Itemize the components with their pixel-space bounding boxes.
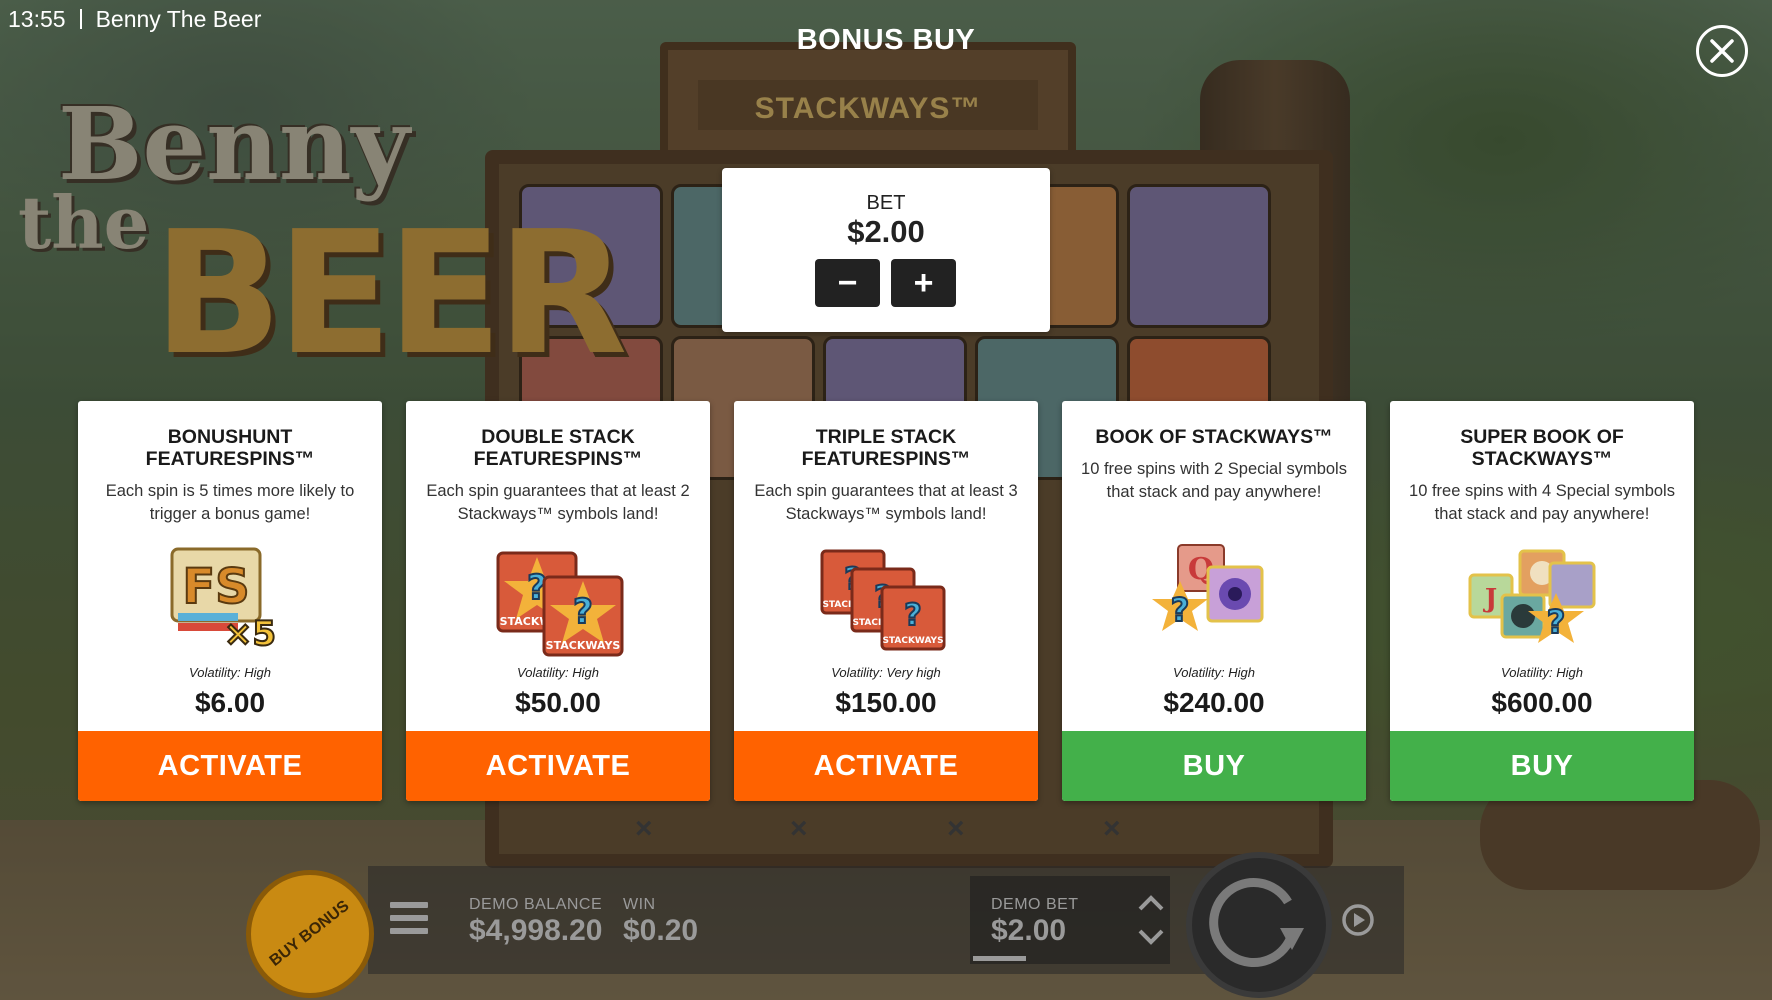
- demo-balance-label: DEMO BALANCE: [469, 896, 603, 913]
- card-description: 10 free spins with 4 Special symbols tha…: [1409, 482, 1675, 523]
- bonus-card-super-book-of-stackways: SUPER BOOK OF STACKWAYS™ 10 free spins w…: [1390, 401, 1694, 801]
- card-description: Each spin is 5 times more likely to trig…: [105, 482, 355, 523]
- x-mark: ×: [947, 812, 965, 845]
- card-description: Each spin guarantees that at least 3 Sta…: [754, 482, 1018, 523]
- demo-bet-value: $2.00: [991, 914, 1067, 947]
- card-volatility: Volatility: High: [517, 665, 599, 680]
- minus-icon: −: [837, 264, 858, 302]
- stackways-symbols-icon: ? STACKWAYS ? STACKWAYS: [406, 541, 710, 661]
- chevron-up-icon[interactable]: [1136, 892, 1166, 914]
- art-label: STACKWAYS: [882, 636, 943, 646]
- card-volatility: Volatility: High: [189, 665, 271, 680]
- demo-bet-label: DEMO BET: [991, 896, 1079, 913]
- svg-text:J: J: [1483, 584, 1497, 614]
- bet-level-indicator: [973, 956, 1026, 961]
- card-price: $6.00: [194, 687, 266, 718]
- win-value: $0.20: [623, 914, 699, 947]
- spin-button[interactable]: [1186, 852, 1332, 998]
- card-volatility: Volatility: High: [1173, 665, 1255, 680]
- bonus-card-double-stack: DOUBLE STACK FEATURESPINS™ Each spin gua…: [406, 401, 710, 801]
- bonus-card-triple-stack: TRIPLE STACK FEATURESPINS™ Each spin gua…: [734, 401, 1038, 801]
- win-label: WIN: [623, 896, 656, 913]
- card-price: $240.00: [1163, 687, 1265, 718]
- close-icon: [1710, 39, 1734, 63]
- decrease-bet-button[interactable]: −: [815, 259, 880, 307]
- bet-value: $2.00: [847, 214, 925, 249]
- x-mark: ×: [790, 812, 808, 845]
- card-price: $600.00: [1491, 687, 1593, 718]
- menu-icon[interactable]: [390, 902, 428, 941]
- activate-button[interactable]: ACTIVATE: [734, 731, 1038, 801]
- plus-icon: +: [913, 264, 934, 302]
- autoplay-icon[interactable]: [1338, 900, 1378, 940]
- chevron-down-icon[interactable]: [1136, 926, 1166, 948]
- card-title: BONUSHUNT FEATURESPINS™: [145, 426, 315, 470]
- card-description: Each spin guarantees that at least 2 Sta…: [426, 482, 690, 523]
- x-mark: ×: [1103, 812, 1121, 845]
- bonus-card-bonushunt: BONUSHUNT FEATURESPINS™ Each spin is 5 t…: [78, 401, 382, 801]
- bet-label: BET: [866, 192, 906, 214]
- buy-button[interactable]: BUY: [1062, 731, 1366, 801]
- activate-button[interactable]: ACTIVATE: [406, 731, 710, 801]
- close-button[interactable]: [1696, 25, 1748, 77]
- buy-button[interactable]: BUY: [1390, 731, 1694, 801]
- svg-text:FS: FS: [182, 559, 249, 615]
- increase-bet-button[interactable]: +: [891, 259, 956, 307]
- bonus-card-book-of-stackways: BOOK OF STACKWAYS™ 10 free spins with 2 …: [1062, 401, 1366, 801]
- card-title: DOUBLE STACK FEATURESPINS™: [473, 426, 643, 470]
- fs-x5-icon: FS ×5: [78, 541, 382, 661]
- bet-arrows[interactable]: [1136, 888, 1166, 956]
- special-symbols-icon: Q ?: [1062, 541, 1366, 661]
- activate-button[interactable]: ACTIVATE: [78, 731, 382, 801]
- card-volatility: Volatility: Very high: [831, 665, 941, 680]
- stackways-symbols-icon: ? STACKWAYS ? STACKWAYS ? STACKWAYS: [734, 541, 1038, 661]
- buy-bonus-button[interactable]: BUY BONUS: [246, 870, 374, 998]
- demo-balance-value: $4,998.20: [469, 914, 603, 947]
- art-label: STACKWAYS: [546, 639, 621, 652]
- spin-icon: [1209, 878, 1304, 968]
- svg-text:×5: ×5: [224, 614, 276, 654]
- card-description: 10 free spins with 2 Special symbols tha…: [1081, 460, 1347, 501]
- svg-text:?: ?: [1547, 603, 1566, 641]
- card-price: $150.00: [835, 687, 937, 718]
- card-title: SUPER BOOK OF STACKWAYS™: [1460, 426, 1624, 470]
- svg-text:?: ?: [1171, 591, 1190, 629]
- special-symbols-icon: J ?: [1390, 541, 1694, 661]
- buy-bonus-label: BUY BONUS: [266, 897, 353, 970]
- card-price: $50.00: [515, 687, 601, 718]
- bonus-buy-title: BONUS BUY: [796, 24, 976, 56]
- svg-text:?: ?: [573, 592, 593, 632]
- svg-text:?: ?: [904, 598, 921, 633]
- card-title: BOOK OF STACKWAYS™: [1095, 426, 1333, 448]
- bet-panel: BET $2.00 − +: [722, 168, 1050, 332]
- card-title: TRIPLE STACK FEATURESPINS™: [801, 426, 971, 470]
- x-mark: ×: [635, 812, 653, 845]
- card-volatility: Volatility: High: [1501, 665, 1583, 680]
